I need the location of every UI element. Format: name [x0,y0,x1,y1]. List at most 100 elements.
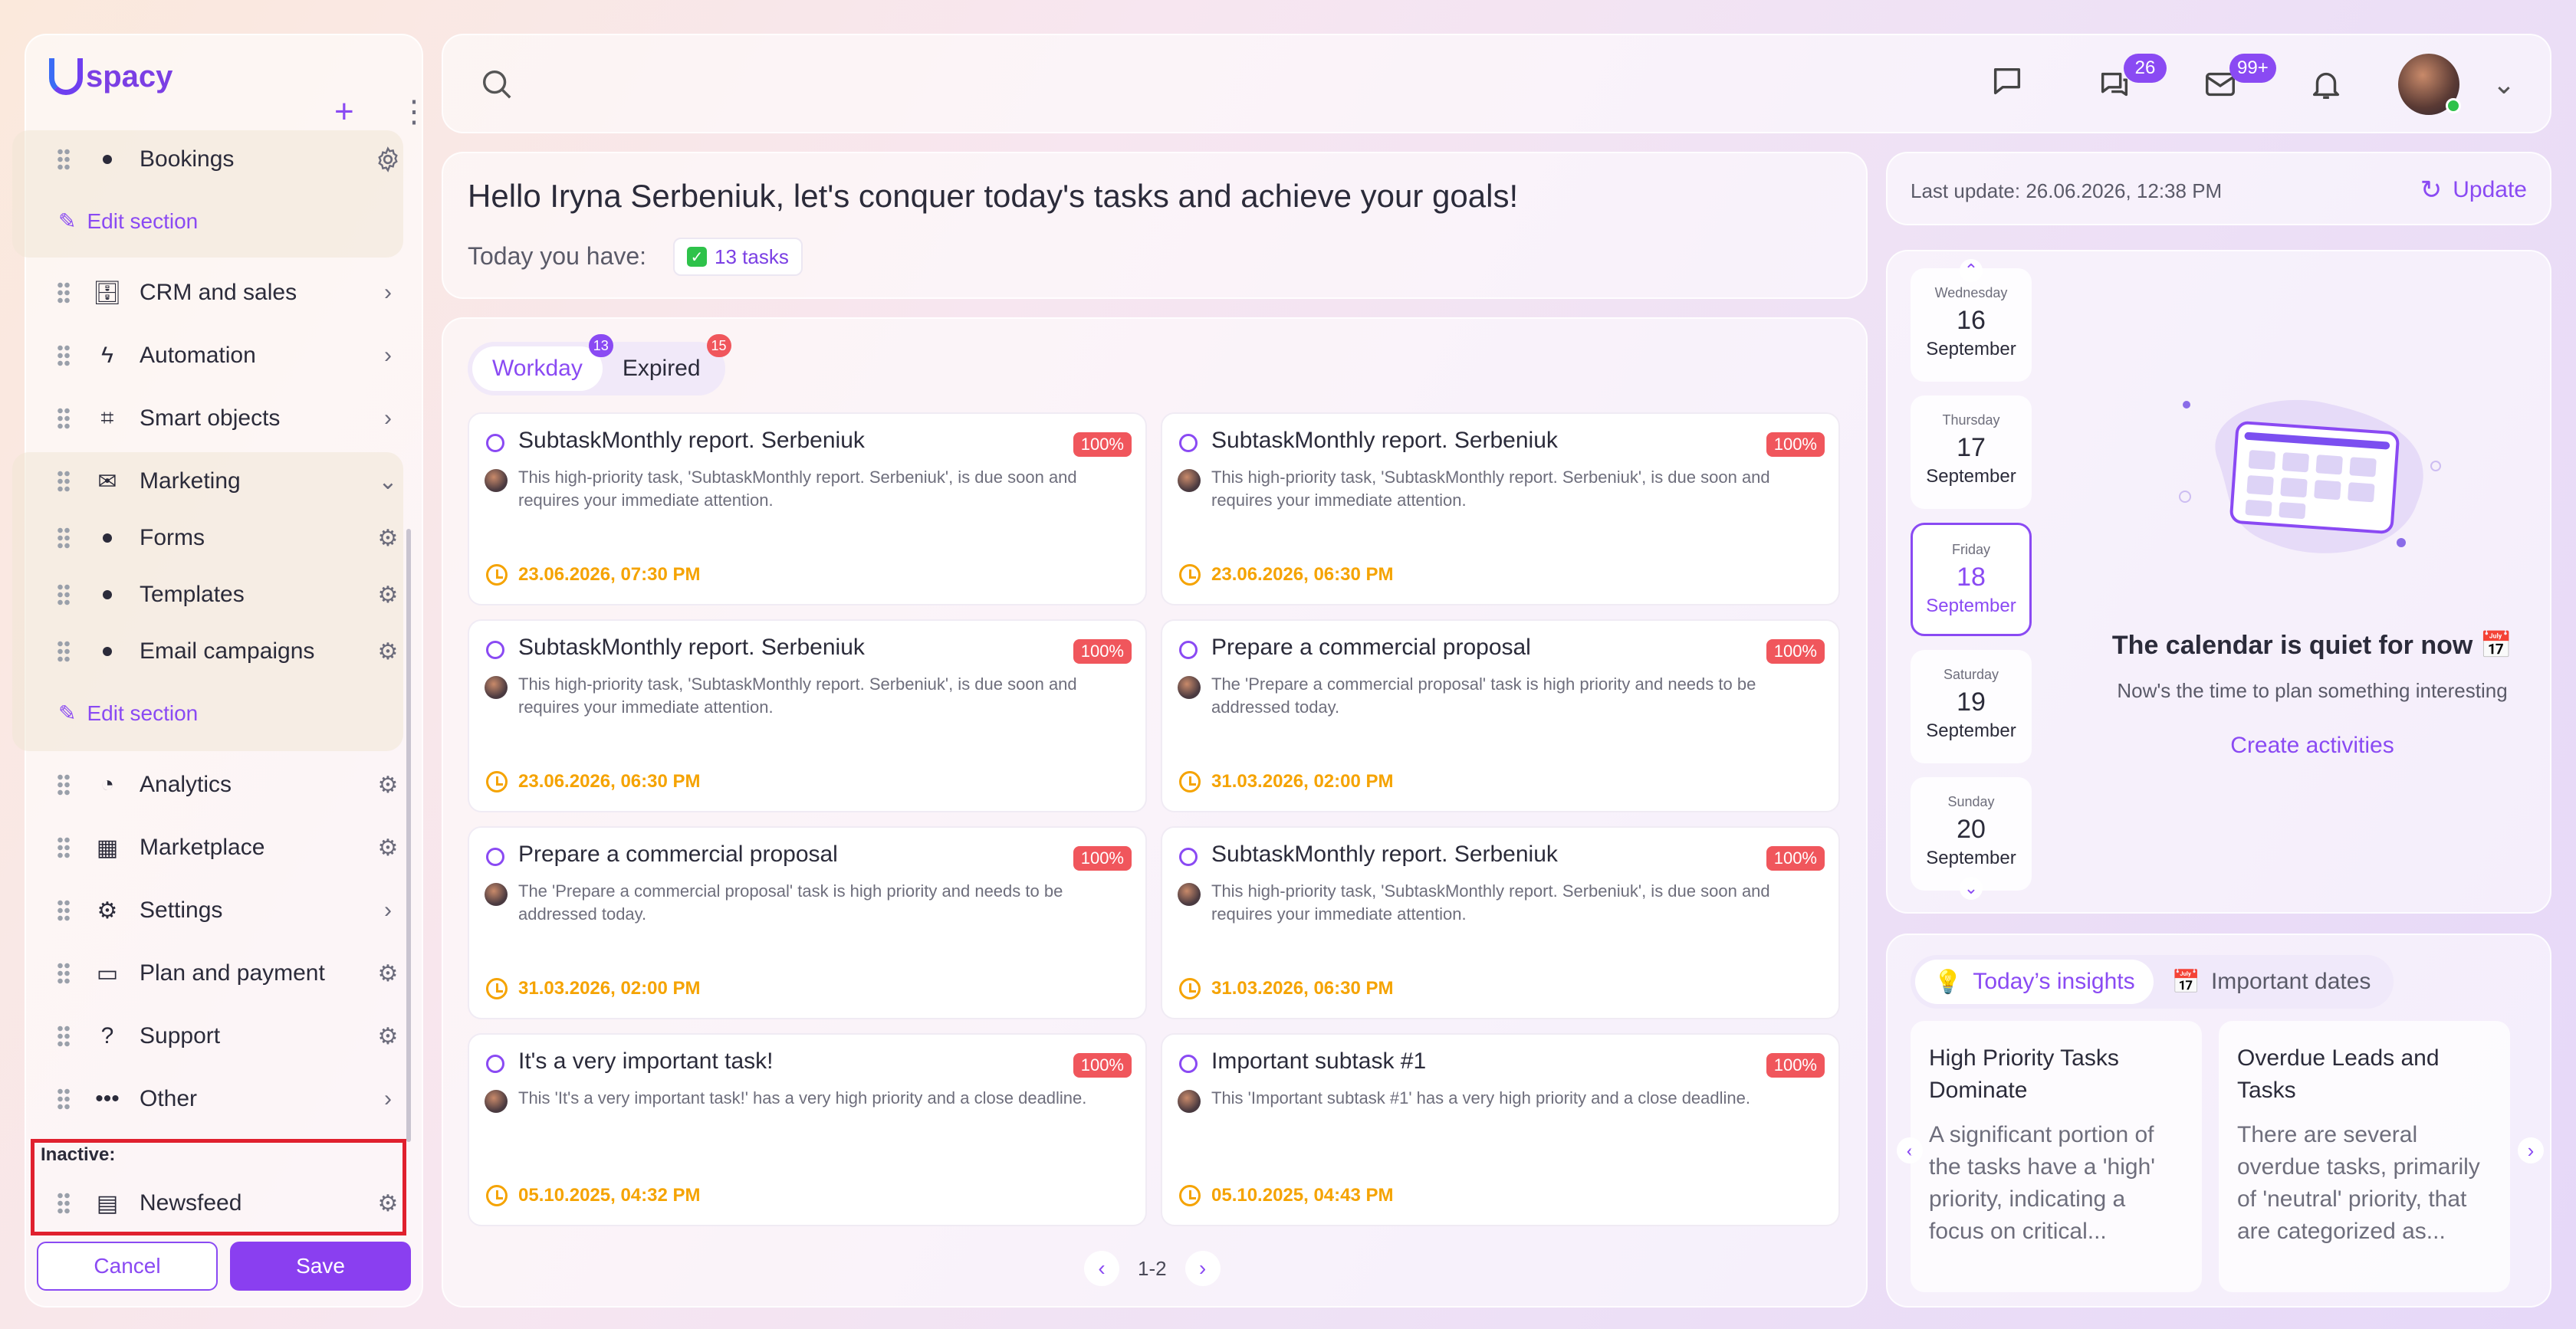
task-progress-badge: 100% [1073,639,1132,664]
brand-logo[interactable]: spacy [49,58,172,95]
online-status-icon [2446,98,2461,113]
drag-handle-icon[interactable] [57,148,71,171]
chevron-right-icon[interactable]: › [374,1085,402,1113]
gear-icon[interactable]: ⚙ [374,771,402,799]
chevron-right-icon[interactable]: › [2518,1137,2544,1163]
calendar-day[interactable]: Sunday 20 September [1911,777,2032,891]
calendar-day[interactable]: Wednesday 16 September [1911,268,2032,382]
sidebar-item-other[interactable]: ••• Other › [37,1071,420,1127]
sidebar-item-plan[interactable]: ▭ Plan and payment ⚙ [37,946,420,1001]
drag-handle-icon[interactable] [57,583,71,606]
gear-icon[interactable]: ⚙ [374,960,402,987]
sidebar-item-label: Analytics [140,772,232,797]
edit-section-link[interactable]: ✎ Edit section [58,208,198,234]
gear-icon[interactable]: ⚙ [374,638,402,665]
pencil-icon: ✎ [58,701,77,725]
drag-handle-icon[interactable] [57,1088,71,1111]
insight-card[interactable]: High Priority Tasks Dominate A significa… [1911,1021,2202,1292]
drag-handle-icon[interactable] [57,281,71,304]
sidebar-item-label: Automation [140,343,256,368]
sidebar-item-automation[interactable]: ϟ Automation › [37,328,420,383]
chevron-down-icon[interactable]: ⌄ [1960,877,1983,900]
sidebar-item-forms[interactable]: Forms ⚙ [37,510,420,566]
drag-handle-icon[interactable] [57,836,71,859]
tab-label: Important dates [2210,969,2371,994]
task-card[interactable]: SubtaskMonthly report. Serbeniuk 100% This… [468,619,1147,812]
prev-page-button[interactable]: ‹ [1084,1251,1119,1286]
edit-section-link[interactable]: ✎ Edit section [58,701,198,726]
insight-card[interactable]: Overdue Leads and Tasks There are severa… [2219,1021,2510,1292]
sidebar-item-label: Bookings [140,146,235,172]
task-card[interactable]: Prepare a commercial proposal 100% The 'Pr… [1161,619,1840,812]
tab-workday[interactable]: Workday 13 [472,334,613,391]
bullet-icon [103,647,112,656]
sidebar-item-settings[interactable]: ⚙ Settings › [37,883,420,938]
tab-label: Workday [492,356,583,381]
drag-handle-icon[interactable] [57,773,71,796]
sidebar-item-bookings[interactable]: Bookings [37,132,420,187]
gear-icon[interactable]: ⚙ [374,834,402,861]
task-card[interactable]: It's a very important task! 100% This 'It'… [468,1033,1147,1226]
chevron-right-icon[interactable]: › [374,897,402,924]
sidebar-item-templates[interactable]: Templates ⚙ [37,567,420,622]
calendar-day[interactable]: Thursday 17 September [1911,395,2032,509]
day-weekday: Friday [1951,542,1990,557]
cancel-button[interactable]: Cancel [37,1242,218,1291]
tasks-count-pill[interactable]: ✓ 13 tasks [673,238,803,276]
tasks-count-label: 13 tasks [715,244,789,268]
chevron-right-icon[interactable]: › [374,342,402,369]
drag-handle-icon[interactable] [57,962,71,985]
chevron-down-icon[interactable]: ⌄ [2484,64,2524,104]
insight-title: Overdue Leads and Tasks [2237,1045,2440,1103]
drag-handle-icon[interactable] [57,640,71,663]
gear-icon[interactable]: ⚙ [374,524,402,552]
tab-important-dates[interactable]: 📅 Important dates [2154,960,2390,1004]
create-activities-link[interactable]: Create activities [1888,733,2553,759]
gear-icon[interactable]: ⚙ [374,581,402,609]
drag-handle-icon[interactable] [57,1192,71,1215]
drag-handle-icon[interactable] [57,470,71,493]
task-card[interactable]: SubtaskMonthly report. Serbeniuk 100% This… [1161,826,1840,1019]
chevron-right-icon[interactable]: › [374,279,402,307]
drag-handle-icon[interactable] [57,527,71,550]
sidebar-item-marketplace[interactable]: ▦ Marketplace ⚙ [37,820,420,875]
assignee-avatar [485,883,508,906]
sidebar-item-smart-objects[interactable]: ⌗ Smart objects › [37,391,420,446]
bell-icon[interactable] [2306,64,2346,104]
drag-handle-icon[interactable] [57,1025,71,1048]
add-icon[interactable]: + [334,95,354,129]
tab-expired[interactable]: Expired 15 [603,334,731,391]
task-status-icon [486,434,504,452]
more-vertical-icon[interactable]: ⋮ [399,97,429,127]
sidebar-item-email-campaigns[interactable]: Email campaigns ⚙ [37,624,420,679]
task-card[interactable]: SubtaskMonthly report. Serbeniuk 100% This… [468,412,1147,605]
search-icon[interactable] [477,64,517,104]
next-page-button[interactable]: › [1184,1251,1221,1286]
chevron-right-icon[interactable]: › [374,405,402,432]
save-button[interactable]: Save [230,1242,411,1291]
task-card[interactable]: SubtaskMonthly report. Serbeniuk 100% This… [1161,412,1840,605]
chat-icon[interactable] [1987,61,2027,101]
update-button[interactable]: ↻ Update [2420,175,2527,205]
drag-handle-icon[interactable] [57,407,71,430]
task-card[interactable]: Prepare a commercial proposal 100% The 'Pr… [468,826,1147,1019]
chevron-down-icon[interactable]: ⌄ [374,468,402,495]
task-status-icon [1179,434,1198,452]
sidebar-item-newsfeed[interactable]: ▤ Newsfeed ⚙ [37,1176,420,1231]
sidebar-item-crm[interactable]: 🗄 CRM and sales › [37,265,420,320]
task-card[interactable]: Important subtask #1 100% This 'Important … [1161,1033,1840,1226]
task-status-icon [486,641,504,659]
drag-handle-icon[interactable] [57,899,71,922]
sidebar-item-marketing[interactable]: ✉ Marketing ⌄ [37,454,420,509]
calendar-day[interactable]: Friday 18 September [1911,523,2032,636]
sidebar-scrollbar[interactable] [406,529,411,1142]
gear-icon[interactable]: ⚙ [374,1022,402,1050]
gear-icon[interactable] [374,146,402,173]
task-status-icon [1179,848,1198,866]
tab-todays-insights[interactable]: 💡 Today’s insights [1915,960,2154,1004]
sidebar-item-support[interactable]: ? Support ⚙ [37,1009,420,1064]
task-progress-badge: 100% [1073,846,1132,871]
gear-icon[interactable]: ⚙ [374,1190,402,1217]
drag-handle-icon[interactable] [57,344,71,367]
sidebar-item-analytics[interactable]: ◔ Analytics ⚙ [37,757,420,812]
